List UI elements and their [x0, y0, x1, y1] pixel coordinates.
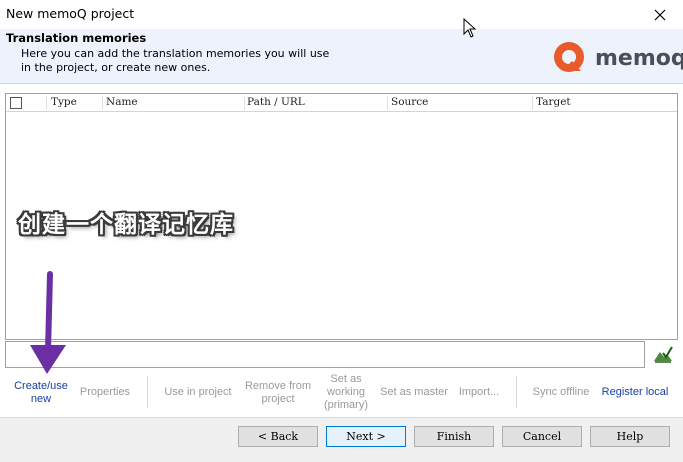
- annotation-label: 创建一个翻译记忆库: [18, 212, 234, 238]
- column-header-type[interactable]: Type: [51, 96, 77, 112]
- next-button[interactable]: Next >: [326, 426, 406, 447]
- properties-button[interactable]: Properties: [76, 386, 134, 399]
- column-separator: [387, 96, 388, 110]
- import-button[interactable]: Import...: [455, 386, 503, 399]
- logo-text: memoq: [595, 45, 683, 71]
- column-separator: [46, 96, 47, 110]
- toolbar-separator: [516, 376, 517, 408]
- set-as-master-button[interactable]: Set as master: [378, 386, 450, 399]
- column-header-path[interactable]: Path / URL: [247, 96, 305, 112]
- column-header-source[interactable]: Source: [391, 96, 428, 112]
- mouse-cursor-icon: [463, 18, 477, 38]
- set-as-working-button[interactable]: Set as working (primary): [318, 373, 374, 412]
- check-mountain-icon: [654, 346, 673, 363]
- table-header: Type Name Path / URL Source Target: [6, 94, 677, 112]
- wizard-footer: < Back Next > Finish Cancel Help: [0, 417, 683, 462]
- close-icon: [654, 9, 666, 20]
- help-button[interactable]: Help: [590, 426, 670, 447]
- page-header: Translation memories Here you can add th…: [0, 29, 683, 84]
- create-use-new-button[interactable]: Create/use new: [10, 380, 72, 406]
- page-description: Here you can add the translation memorie…: [21, 47, 330, 74]
- column-separator: [532, 96, 533, 110]
- column-separator: [244, 96, 245, 110]
- cancel-button[interactable]: Cancel: [502, 426, 582, 447]
- remove-from-project-button[interactable]: Remove from project: [240, 380, 316, 406]
- memoq-logo: memoq: [551, 40, 683, 76]
- column-header-name[interactable]: Name: [106, 96, 138, 112]
- finish-button[interactable]: Finish: [414, 426, 494, 447]
- toolbar-separator: [147, 376, 148, 408]
- column-header-target[interactable]: Target: [536, 96, 571, 112]
- memoq-logo-icon: [554, 42, 584, 72]
- sync-offline-button[interactable]: Sync offline: [528, 386, 594, 399]
- filter-icon[interactable]: [652, 344, 674, 364]
- page-title: Translation memories: [6, 31, 147, 45]
- filter-input[interactable]: [5, 341, 645, 368]
- use-in-project-button[interactable]: Use in project: [160, 386, 236, 399]
- tm-toolbar: Create/use new Properties Use in project…: [0, 372, 683, 414]
- title-bar: New memoQ project: [0, 0, 683, 29]
- column-separator: [102, 96, 103, 110]
- select-all-checkbox[interactable]: [10, 97, 22, 109]
- register-local-button[interactable]: Register local: [600, 386, 670, 399]
- close-button[interactable]: [637, 0, 683, 29]
- window-title: New memoQ project: [6, 6, 135, 21]
- back-button[interactable]: < Back: [238, 426, 318, 447]
